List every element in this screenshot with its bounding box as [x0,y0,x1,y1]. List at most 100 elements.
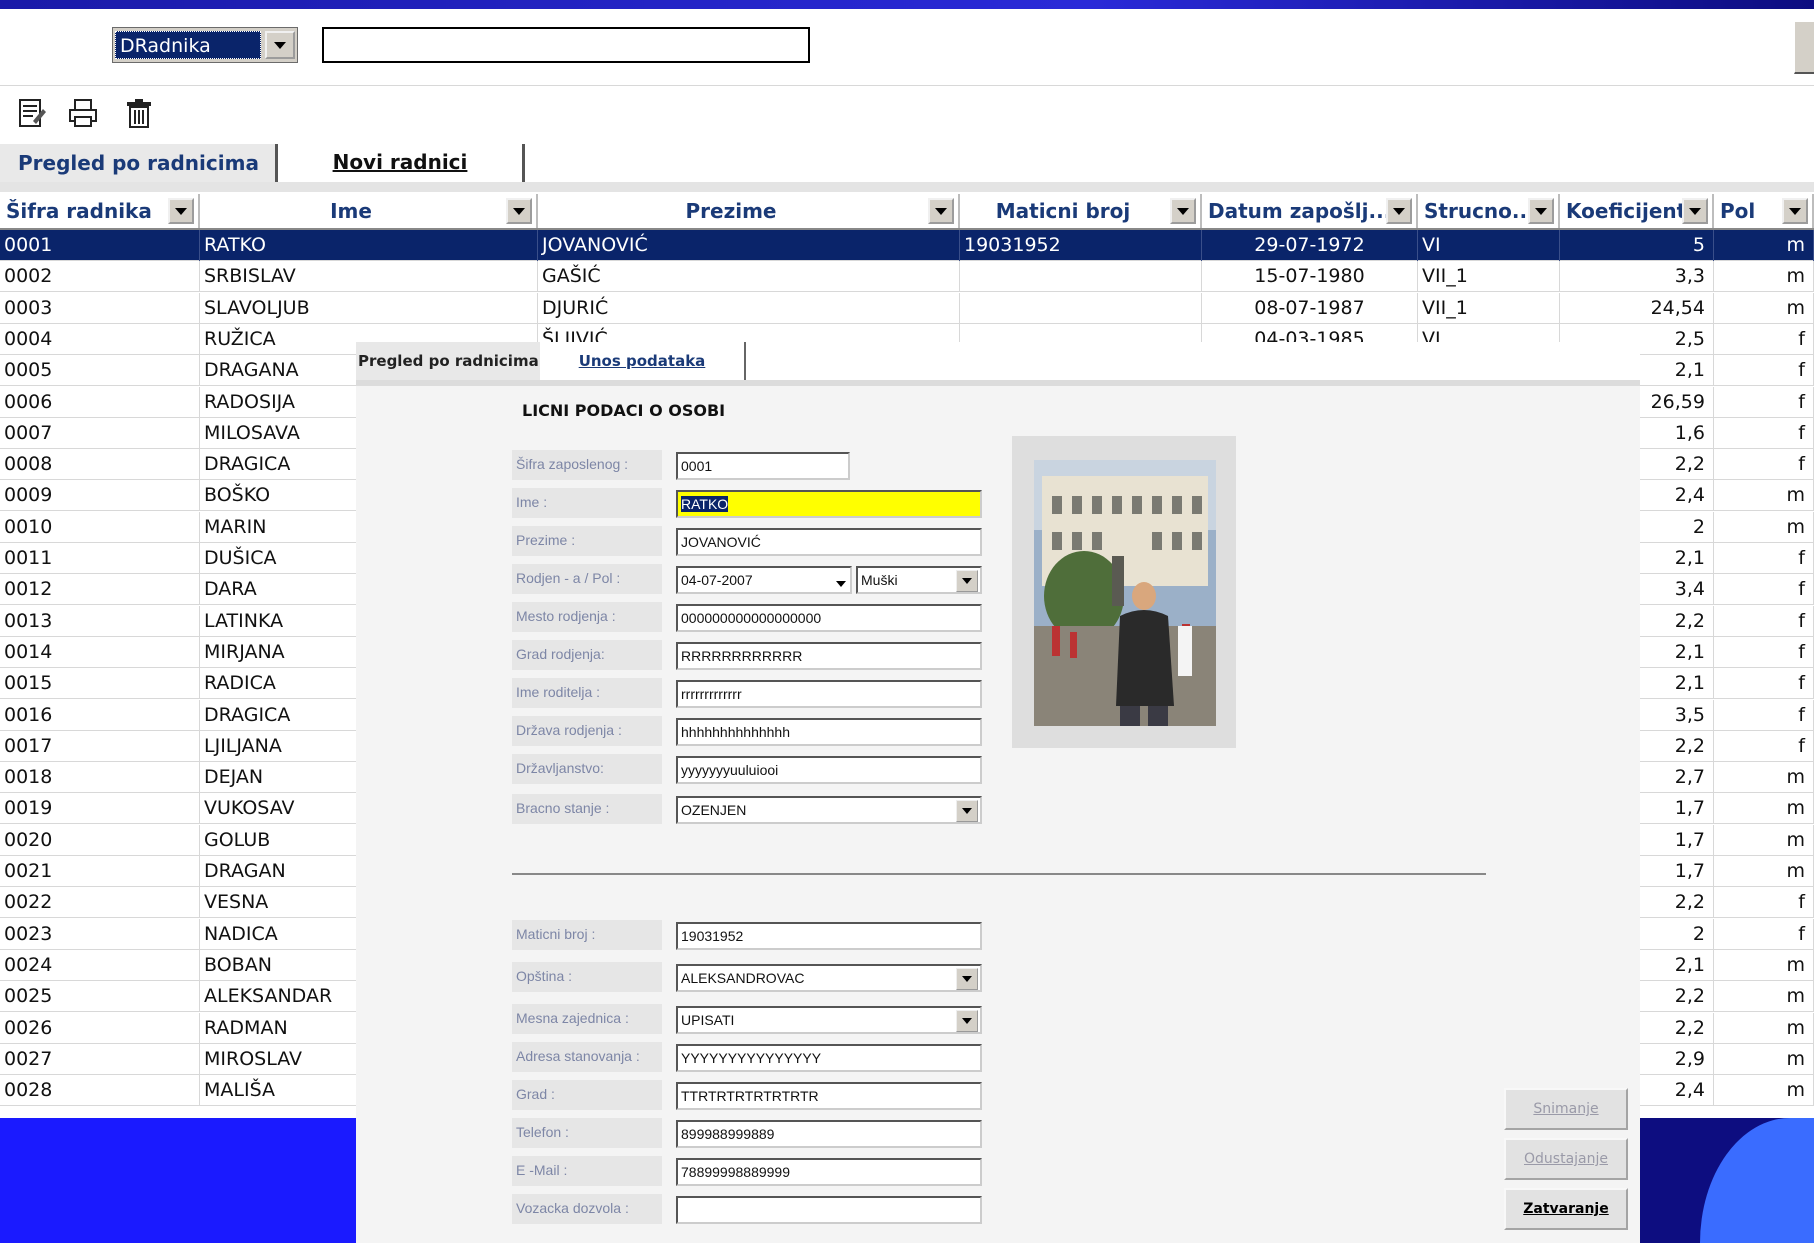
column-header-pol[interactable]: Pol [1714,194,1814,229]
cell-sifra: 0025 [0,981,200,1013]
field-sifra[interactable]: 0001 [676,452,850,480]
cell-ime: RATKO [200,230,538,261]
table-row[interactable]: 0001 RATKO JOVANOVIĆ 19031952 29-07-1972 VI 5 m [0,230,1814,261]
table-row[interactable]: 0003 SLAVOLJUB DJURIĆ 08-07-1987 VII_1 24,54 m [0,292,1814,324]
close-button[interactable]: Zatvaranje [1504,1188,1628,1230]
cancel-button[interactable]: Odustajanje [1504,1138,1628,1180]
cell-koef: 3,3 [1560,261,1714,293]
cell-strucno: VII_1 [1418,292,1560,324]
save-button[interactable]: Snimanje [1504,1088,1628,1130]
label-bracno: Bracno stanje : [512,794,662,824]
chevron-down-icon[interactable] [956,968,978,990]
dialog-tab-unos-podataka[interactable]: Unos podataka [540,342,746,380]
column-filter-button[interactable] [928,198,954,224]
column-header-sifra[interactable]: Šifra radnika [0,194,200,229]
label-email: E -Mail : [512,1156,662,1186]
label-telefon: Telefon : [512,1118,662,1148]
birthdate-value: 04-07-2007 [681,572,753,588]
field-drzava[interactable]: hhhhhhhhhhhhhh [676,718,982,746]
field-email[interactable]: 78899998889999 [676,1158,982,1186]
field-vozacka[interactable] [676,1196,982,1224]
column-header-ime[interactable]: Ime [200,194,538,229]
cell-sifra: 0005 [0,355,200,387]
field-grad_rodj[interactable]: RRRRRRRRRRRR [676,642,982,670]
print-icon[interactable] [66,97,100,133]
column-header-datum[interactable]: Datum zapošlj... [1202,194,1418,229]
field-prezime[interactable]: JOVANOVIĆ [676,528,982,556]
cell-pol: m [1714,1075,1814,1107]
cell-ime: SRBISLAV [200,261,538,293]
field-adresa[interactable]: YYYYYYYYYYYYYYY [676,1044,982,1072]
field-drzava-value: hhhhhhhhhhhhhh [681,724,791,740]
column-filter-button[interactable] [1528,198,1554,224]
field-prezime-value: JOVANOVIĆ [681,534,761,550]
dialog-tab-pregled[interactable]: Pregled po radnicima [356,342,540,380]
field-mesto-value: 000000000000000000 [681,610,822,626]
cell-sifra: 0020 [0,824,200,856]
field-mesna[interactable]: UPISATI [676,1006,982,1034]
cell-prezime: GAŠIĆ [538,261,960,293]
cell-pol: m [1714,824,1814,856]
field-grad-value: TTRTRTRTRTRTRTR [681,1088,819,1104]
cell-pol: f [1714,605,1814,637]
delete-trash-icon[interactable] [122,97,156,133]
label-ime_rod: Ime roditelja : [512,678,662,708]
field-ime_rod[interactable]: rrrrrrrrrrrrr [676,680,982,708]
column-header-prezime[interactable]: Prezime [538,194,960,229]
column-filter-button[interactable] [1170,198,1196,224]
chevron-down-icon[interactable] [956,1010,978,1032]
field-mesto[interactable]: 000000000000000000 [676,604,982,632]
field-ime[interactable]: RATKO [676,490,982,518]
field-opstina-value: ALEKSANDROVAC [681,970,805,986]
label-vozacka: Vozacka dozvola : [512,1194,662,1224]
field-opstina[interactable]: ALEKSANDROVAC [676,964,982,992]
field-telefon[interactable]: 899988999889 [676,1120,982,1148]
right-edge-button[interactable] [1794,22,1814,74]
edit-document-icon[interactable] [14,97,48,133]
label-mesto: Mesto rodjenja : [512,602,662,632]
column-filter-button[interactable] [1386,198,1412,224]
chevron-down-icon [1177,207,1189,215]
chevron-down-icon [1689,207,1701,215]
column-header-strucno[interactable]: Strucno... [1418,194,1560,229]
column-header-maticni[interactable]: Maticni broj [960,194,1202,229]
combo-dropdown-button[interactable] [265,31,295,59]
cell-pol: m [1714,292,1814,324]
table-row[interactable]: 0002 SRBISLAV GAŠIĆ 15-07-1980 VII_1 3,3 m [0,261,1814,293]
label-prezime: Prezime : [512,526,662,556]
field-bracno[interactable]: OZENJEN [676,796,982,824]
cell-pol: f [1714,323,1814,355]
cell-sifra: 0006 [0,386,200,418]
field-grad[interactable]: TTRTRTRTRTRTRTR [676,1082,982,1110]
field-maticni[interactable]: 19031952 [676,922,982,950]
cell-pol: f [1714,699,1814,731]
cell-sifra: 0007 [0,417,200,449]
column-header-koef[interactable]: Koeficijent [1560,194,1714,229]
chevron-down-icon[interactable] [836,570,846,592]
label-mesna: Mesna zajednica : [512,1004,662,1034]
cell-pol: f [1714,386,1814,418]
table-select-combo[interactable]: DRadnika [112,27,298,63]
column-header-label: Pol [1720,199,1756,223]
cell-datum: 15-07-1980 [1202,261,1418,293]
cell-pol: m [1714,511,1814,543]
cell-pol: f [1714,668,1814,700]
column-filter-button[interactable] [1682,198,1708,224]
cell-sifra: 0027 [0,1043,200,1075]
chevron-down-icon[interactable] [956,800,978,822]
column-filter-button[interactable] [506,198,532,224]
column-filter-button[interactable] [1782,198,1808,224]
cell-pol: m [1714,762,1814,794]
cell-datum: 29-07-1972 [1202,230,1418,261]
tab-novi-radnici[interactable]: Novi radnici [278,144,525,182]
column-filter-button[interactable] [168,198,194,224]
cell-maticni [960,261,1202,293]
field-bracno-value: OZENJEN [681,802,747,818]
field-drzavljanstvo[interactable]: yyyyyyyuuluiooi [676,756,982,784]
gender-select[interactable]: Muški [856,566,982,594]
chevron-down-icon[interactable] [956,570,978,592]
cell-pol: m [1714,1012,1814,1044]
search-input[interactable] [322,27,810,63]
tab-pregled-po-radnicima[interactable]: Pregled po radnicima [0,144,278,182]
field-rodjen[interactable]: 04-07-2007 [676,566,852,594]
